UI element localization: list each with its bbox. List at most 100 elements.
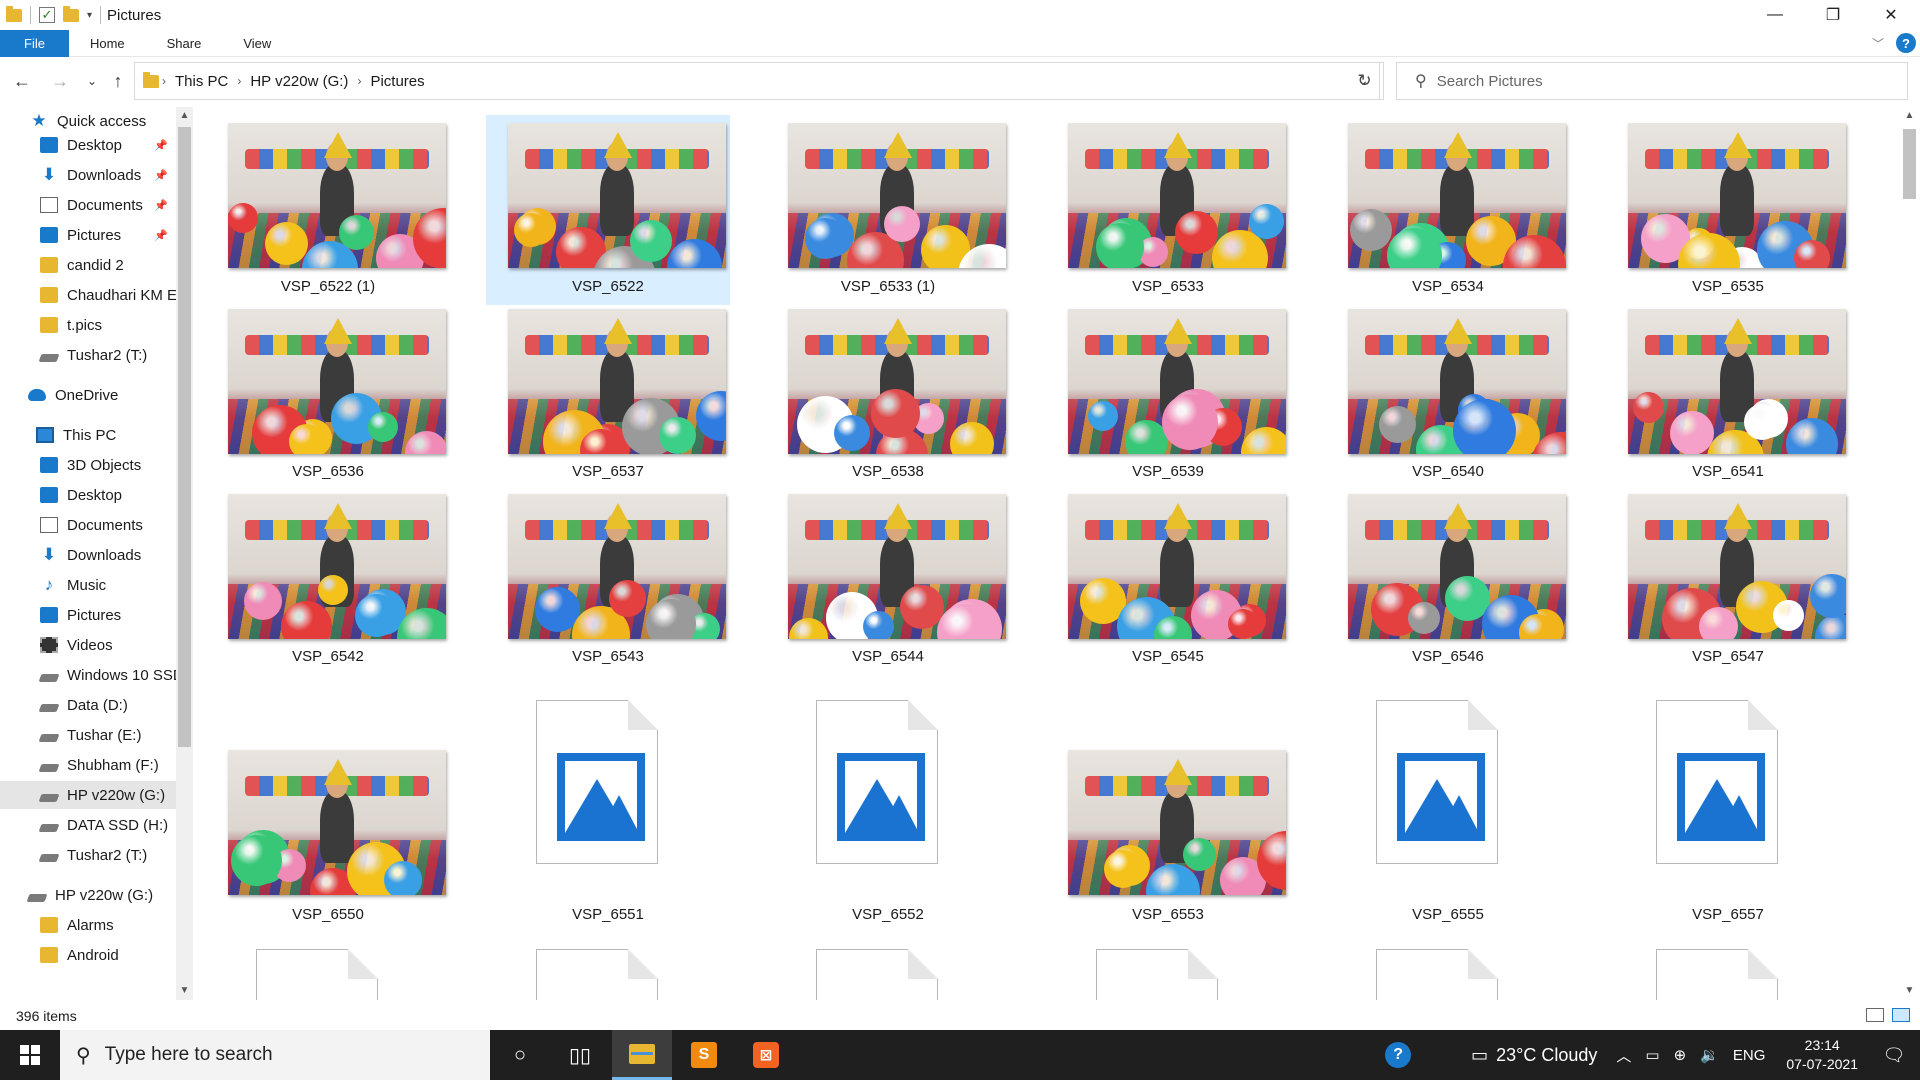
image-file-icon[interactable] bbox=[1096, 949, 1218, 1000]
scrollbar-thumb[interactable] bbox=[178, 127, 191, 747]
language-indicator[interactable]: ENG bbox=[1733, 1047, 1766, 1064]
breadcrumb-this-pc[interactable]: This PC bbox=[175, 73, 228, 90]
content-scrollbar[interactable]: ▲ ▼ bbox=[1899, 107, 1920, 1000]
sidebar-item[interactable]: Documents bbox=[0, 511, 176, 539]
clock[interactable]: 23:14 07-07-2021 bbox=[1786, 1036, 1858, 1074]
sidebar-item[interactable]: Documents 📌 bbox=[0, 191, 176, 219]
sidebar-item[interactable]: ♪ Music bbox=[0, 571, 176, 599]
sidebar-item[interactable]: Shubham (F:) bbox=[0, 751, 176, 779]
volume-icon[interactable]: 🔉 bbox=[1700, 1046, 1719, 1064]
sidebar-item[interactable]: HP v220w (G:) bbox=[0, 781, 176, 809]
sidebar-item-label: Music bbox=[67, 576, 107, 594]
sidebar-item[interactable]: Windows 10 SSD bbox=[0, 661, 176, 689]
sidebar-item[interactable]: ⬇ Downloads bbox=[0, 541, 176, 569]
tab-home[interactable]: Home bbox=[69, 30, 146, 57]
photo-thumbnail bbox=[228, 750, 446, 895]
image-file-icon[interactable] bbox=[256, 949, 378, 1000]
expand-ribbon-icon[interactable]: ﹀ bbox=[1872, 35, 1884, 52]
xampp-taskbar-button[interactable]: ⊠ bbox=[736, 1030, 796, 1080]
help-icon[interactable]: ? bbox=[1896, 33, 1916, 53]
tab-view[interactable]: View bbox=[222, 30, 292, 57]
sidebar-item[interactable]: Videos bbox=[0, 631, 176, 659]
sublime-text-taskbar-button[interactable]: S bbox=[674, 1030, 734, 1080]
scrollbar-thumb[interactable] bbox=[1903, 129, 1916, 199]
search-input[interactable] bbox=[1436, 72, 1857, 90]
sidebar-item[interactable]: Alarms bbox=[0, 911, 176, 939]
star-icon: ★ bbox=[31, 111, 47, 130]
sidebar-item[interactable]: Pictures 📌 bbox=[0, 221, 176, 249]
details-view-icon[interactable] bbox=[1866, 1008, 1884, 1022]
search-box[interactable]: ⚲ bbox=[1396, 62, 1908, 100]
breadcrumb-pictures[interactable]: Pictures bbox=[370, 73, 424, 90]
cortana-button[interactable]: ○ bbox=[490, 1030, 550, 1080]
tab-file[interactable]: File bbox=[0, 29, 69, 57]
drive-icon bbox=[38, 354, 60, 362]
navigation-pane: ★ Quick access Desktop 📌 ⬇ Downloads 📌 Document… bbox=[0, 107, 176, 1000]
maximize-button[interactable]: ❐ bbox=[1804, 0, 1862, 30]
task-view-button[interactable]: ▯▯ bbox=[550, 1030, 610, 1080]
sidebar-scrollbar[interactable]: ▲ ▼ bbox=[176, 107, 193, 1000]
sidebar-item-label: Downloads bbox=[67, 546, 142, 564]
folder-icon bbox=[40, 947, 58, 963]
sidebar-item[interactable]: HP v220w (G:) bbox=[0, 881, 176, 909]
image-file-icon[interactable] bbox=[536, 949, 658, 1000]
file-name: VSP_6537 bbox=[572, 463, 644, 480]
scroll-down-icon[interactable]: ▼ bbox=[1899, 982, 1920, 1000]
close-button[interactable]: ✕ bbox=[1862, 0, 1920, 30]
window-title: Pictures bbox=[107, 6, 162, 24]
image-file-icon[interactable] bbox=[1376, 949, 1498, 1000]
image-file-icon[interactable] bbox=[1656, 949, 1778, 1000]
weather-widget[interactable]: ▭ 23°C Cloudy bbox=[1471, 1045, 1597, 1066]
sidebar-item[interactable]: Tushar (E:) bbox=[0, 721, 176, 749]
back-icon[interactable]: ← bbox=[8, 67, 36, 95]
network-icon[interactable]: ⊕ bbox=[1674, 1046, 1687, 1064]
sidebar-item[interactable]: DATA SSD (H:) bbox=[0, 811, 176, 839]
properties-icon[interactable]: ✓ bbox=[39, 7, 55, 23]
task-view-icon: ▯▯ bbox=[568, 1044, 591, 1067]
help-icon[interactable]: ? bbox=[1385, 1042, 1412, 1068]
sidebar-item[interactable]: Data (D:) bbox=[0, 691, 176, 719]
sidebar-item-label: Desktop bbox=[67, 486, 123, 504]
file-explorer-taskbar-button[interactable] bbox=[612, 1030, 672, 1080]
image-file-icon[interactable] bbox=[816, 949, 938, 1000]
sidebar-item[interactable]: Desktop 📌 bbox=[0, 131, 176, 159]
chevron-up-icon[interactable]: ︿ bbox=[1616, 1045, 1631, 1066]
battery-icon[interactable]: ▭ bbox=[1645, 1046, 1659, 1064]
sidebar-item[interactable]: OneDrive bbox=[0, 381, 176, 409]
scroll-up-icon[interactable]: ▲ bbox=[176, 107, 193, 125]
minimize-button[interactable]: — bbox=[1746, 0, 1804, 30]
scroll-up-icon[interactable]: ▲ bbox=[1899, 107, 1920, 125]
recent-locations-icon[interactable]: ⌄ bbox=[78, 67, 106, 95]
sidebar-item[interactable]: candid 2 bbox=[0, 251, 176, 279]
customize-toolbar-icon[interactable]: ▾ bbox=[87, 10, 92, 21]
file-name: VSP_6547 bbox=[1692, 648, 1764, 665]
taskbar-search-input[interactable] bbox=[104, 1044, 425, 1066]
sidebar-item[interactable]: Pictures bbox=[0, 601, 176, 629]
sidebar-item[interactable]: Tushar2 (T:) bbox=[0, 341, 176, 369]
sidebar-item[interactable]: Desktop bbox=[0, 481, 176, 509]
drive-icon bbox=[26, 894, 48, 902]
taskbar-search[interactable]: ⚲ bbox=[60, 1030, 490, 1080]
drive-icon bbox=[38, 734, 60, 742]
photo-thumbnail bbox=[1068, 123, 1286, 268]
up-icon[interactable]: ↑ bbox=[104, 67, 132, 95]
new-folder-icon[interactable] bbox=[63, 5, 79, 22]
sidebar-item[interactable]: Chaudhari KM Er bbox=[0, 281, 176, 309]
breadcrumb-drive[interactable]: HP v220w (G:) bbox=[250, 73, 348, 90]
start-button[interactable] bbox=[0, 1030, 60, 1080]
refresh-icon[interactable]: ↻ bbox=[1346, 62, 1384, 100]
sidebar-item[interactable]: t.pics bbox=[0, 311, 176, 339]
tab-share[interactable]: Share bbox=[146, 30, 223, 57]
sidebar-item[interactable]: ⬇ Downloads 📌 bbox=[0, 161, 176, 189]
photo-thumbnail bbox=[788, 309, 1006, 454]
sidebar-item[interactable]: This PC bbox=[0, 421, 176, 449]
view-switcher bbox=[1866, 1008, 1910, 1022]
address-bar[interactable]: › This PC › HP v220w (G:) › Pictures ⌄ bbox=[134, 62, 1380, 100]
forward-icon[interactable]: → bbox=[46, 67, 74, 95]
large-icons-view-icon[interactable] bbox=[1892, 1008, 1910, 1022]
scroll-down-icon[interactable]: ▼ bbox=[176, 982, 193, 1000]
sidebar-item[interactable]: Android bbox=[0, 941, 176, 969]
sidebar-item[interactable]: 3D Objects bbox=[0, 451, 176, 479]
sidebar-item[interactable]: Tushar2 (T:) bbox=[0, 841, 176, 869]
notifications-icon[interactable]: 🗨 bbox=[1874, 1045, 1914, 1066]
